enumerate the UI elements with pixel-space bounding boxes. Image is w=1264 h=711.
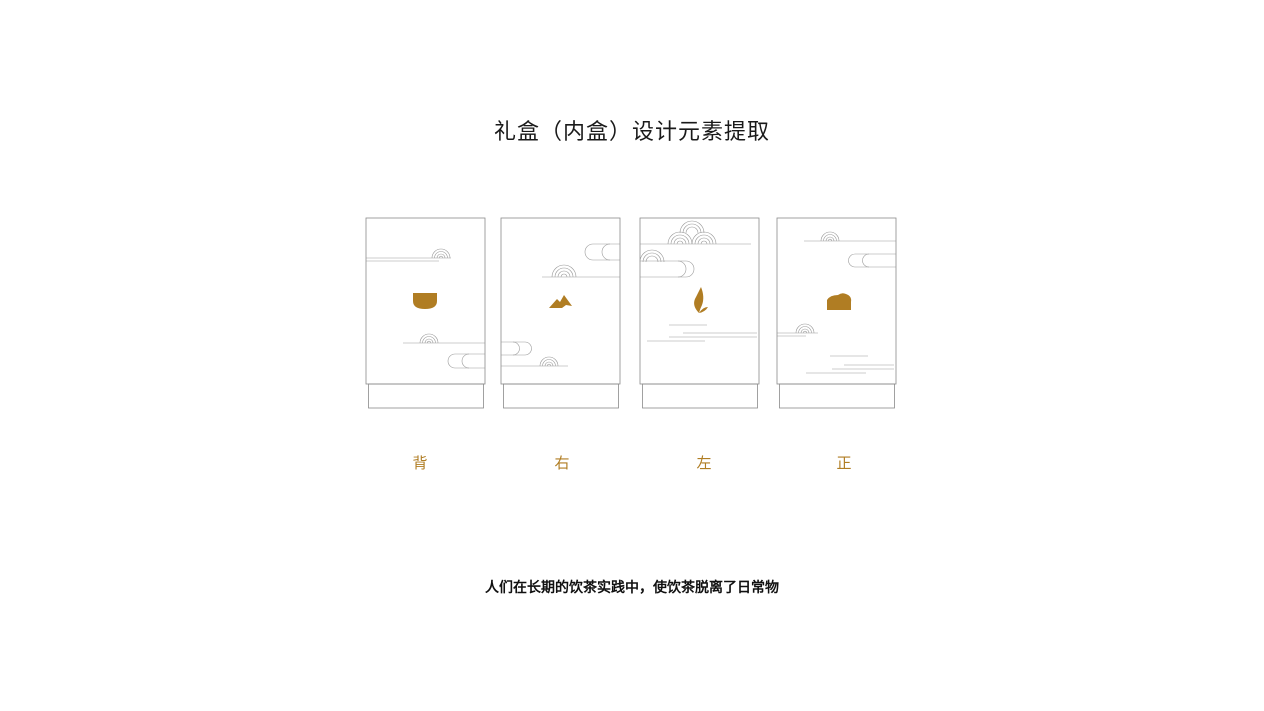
panel-label-back: 背: [412, 454, 428, 472]
horizon-lines: [806, 355, 894, 374]
cloud-wave-icon: [639, 220, 751, 278]
box-panel-front: [776, 217, 898, 411]
panel-label-right: 右: [554, 454, 570, 472]
page-title: 礼盒（内盒）设计元素提取: [493, 120, 770, 145]
cloud-wave-icon: [366, 248, 451, 262]
mountain-icon: [549, 295, 572, 308]
cloud-wave-icon: [804, 231, 896, 268]
cloud-wave-icon: [501, 341, 568, 367]
horizon-lines: [647, 324, 757, 342]
tea-bowl-icon: [413, 293, 437, 309]
panel-label-left: 左: [696, 454, 712, 472]
panel-label-front: 正: [836, 454, 852, 472]
cloud-wave-icon: [403, 333, 485, 369]
tea-leaf-icon: [694, 287, 708, 313]
box-panel-left: [639, 217, 761, 411]
box-panel-right: [500, 217, 622, 411]
caption-text: 人们在长期的饮茶实践中，使饮茶脱离了日常物: [485, 580, 779, 596]
cloud-wave-icon: [542, 243, 620, 278]
cloud-wave-icon: [777, 323, 818, 337]
tea-brick-icon: [827, 293, 852, 310]
box-panel-back: [365, 217, 487, 411]
